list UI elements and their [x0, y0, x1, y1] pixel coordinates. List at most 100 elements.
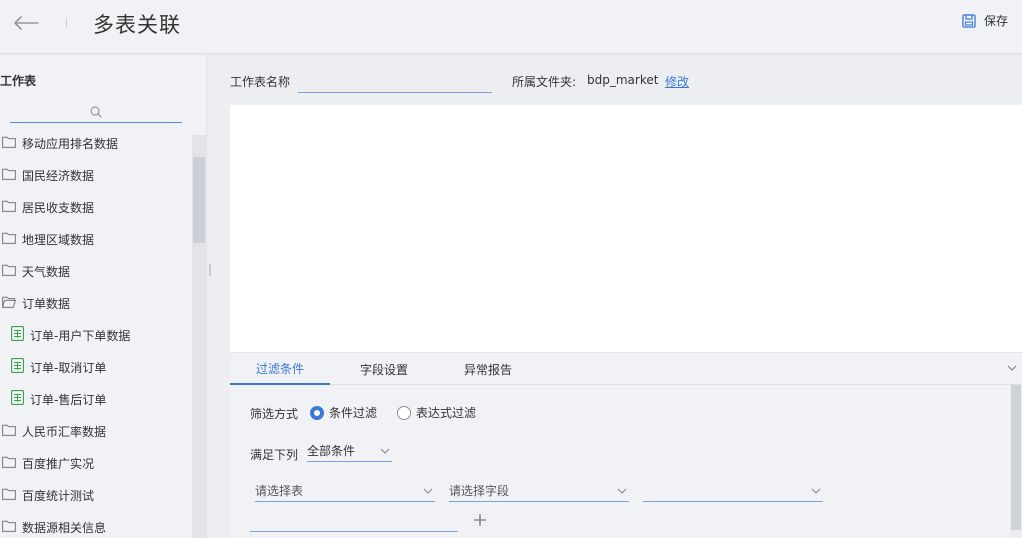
tree-item-label: 订单-取消订单	[30, 360, 107, 375]
folder-item[interactable]: 百度推广实况	[0, 447, 192, 479]
filter-mode-label: 筛选方式	[250, 407, 299, 421]
folder-edit-link[interactable]: 修改	[665, 73, 689, 90]
radio-dot	[397, 405, 411, 420]
folder-icon	[2, 456, 16, 468]
settings-panel: 过滤条件 字段设置 异常报告 筛选方式 条件过滤 表达式过滤 满足下列 全部条件…	[230, 352, 1022, 538]
folder-icon	[2, 168, 16, 183]
tab-filter[interactable]: 过滤条件	[230, 353, 330, 385]
spreadsheet-icon	[11, 326, 24, 341]
back-button[interactable]	[12, 10, 40, 36]
sheet-item[interactable]: 订单-用户下单数据	[0, 319, 192, 351]
tree-item-label: 百度推广实况	[22, 456, 95, 471]
sidebar: 工作表 移动应用排名数据 国民经济数据 居民收支数据 地理区域数据 天气数据订单数据订单…	[0, 55, 207, 538]
folder-icon	[2, 232, 16, 247]
folder-icon	[2, 232, 16, 244]
tree-item-label: 人民币汇率数据	[22, 424, 107, 439]
folder-icon	[2, 488, 16, 503]
table-select-placeholder: 请选择表	[255, 484, 304, 498]
top-header: 多表关联 保存	[0, 0, 1022, 54]
folder-icon	[2, 168, 16, 180]
spreadsheet-icon	[11, 390, 24, 405]
radio-label: 表达式过滤	[416, 406, 477, 420]
header-divider	[66, 18, 67, 28]
folder-icon	[2, 456, 16, 471]
folder-icon	[2, 200, 16, 212]
folder-item[interactable]: 百度统计测试	[0, 479, 192, 511]
tree-item-label: 百度统计测试	[22, 488, 95, 503]
match-label: 满足下列	[250, 448, 299, 462]
search-icon	[90, 105, 102, 118]
radio-label: 条件过滤	[329, 406, 378, 420]
panel-scrollbar-thumb[interactable]	[1011, 385, 1021, 530]
field-select[interactable]: 请选择字段	[449, 480, 629, 502]
tree-item-label: 订单数据	[22, 296, 71, 311]
main-area: 工作表名称 所属文件夹: bdp_market 修改 过滤条件 字段设置 异常报…	[208, 55, 1022, 538]
folder-item[interactable]: 数据源相关信息	[0, 511, 192, 538]
tree-item-label: 国民经济数据	[22, 168, 95, 183]
folder-item[interactable]: 居民收支数据	[0, 191, 192, 223]
folder-item[interactable]: 订单数据	[0, 287, 192, 319]
match-select[interactable]: 全部条件	[307, 440, 392, 462]
spreadsheet-icon	[11, 390, 24, 408]
radio-dot	[310, 405, 324, 420]
chevron-down-icon	[811, 488, 821, 494]
sheet-item[interactable]: 订单-取消订单	[0, 351, 192, 383]
folder-icon	[2, 264, 16, 276]
folder-icon	[2, 520, 16, 532]
tree-item-label: 居民收支数据	[22, 200, 95, 215]
chevron-down-icon	[1007, 365, 1017, 371]
sheet-tree: 移动应用排名数据 国民经济数据 居民收支数据 地理区域数据 天气数据订单数据订单-用户下…	[0, 127, 192, 538]
folder-item[interactable]: 人民币汇率数据	[0, 415, 192, 447]
sheet-name-input[interactable]	[298, 69, 492, 93]
radio-condition-filter[interactable]: 条件过滤	[310, 404, 377, 421]
folder-item[interactable]: 地理区域数据	[0, 223, 192, 255]
table-select[interactable]: 请选择表	[255, 480, 435, 502]
folder-icon	[2, 200, 16, 215]
folder-label: 所属文件夹:	[512, 75, 577, 89]
tree-item-label: 数据源相关信息	[22, 520, 107, 535]
radio-expression-filter[interactable]: 表达式过滤	[397, 404, 476, 421]
sheet-item[interactable]: 订单-售后订单	[0, 383, 192, 415]
folder-icon	[2, 488, 16, 500]
collapse-panel-button[interactable]	[1006, 362, 1018, 376]
folder-icon	[2, 136, 16, 151]
tree-item-label: 订单-售后订单	[30, 392, 107, 407]
chevron-down-icon	[423, 488, 433, 494]
tab-field-settings[interactable]: 字段设置	[334, 353, 434, 385]
sidebar-scrollbar-thumb[interactable]	[193, 157, 205, 243]
sidebar-title: 工作表	[0, 74, 37, 88]
tree-item-label: 移动应用排名数据	[22, 136, 119, 151]
folder-open-icon	[1, 296, 17, 311]
plus-icon	[474, 514, 486, 526]
match-select-value: 全部条件	[307, 444, 356, 458]
add-condition-button[interactable]	[473, 513, 487, 531]
chevron-down-icon	[380, 448, 390, 454]
folder-item[interactable]: 国民经济数据	[0, 159, 192, 191]
join-canvas[interactable]	[230, 105, 1022, 352]
save-icon	[962, 13, 976, 28]
spreadsheet-icon	[11, 358, 24, 376]
save-button[interactable]: 保存	[962, 12, 1008, 29]
sheet-name-label: 工作表名称	[230, 75, 291, 89]
arrow-left-icon	[14, 16, 39, 30]
folder-icon	[2, 136, 16, 148]
save-label: 保存	[983, 14, 1008, 28]
spreadsheet-icon	[11, 326, 24, 344]
tab-error-report[interactable]: 异常报告	[438, 353, 538, 385]
chevron-down-icon	[617, 488, 627, 494]
folder-open-icon	[1, 296, 17, 308]
field-select-placeholder: 请选择字段	[449, 484, 510, 498]
tree-item-label: 天气数据	[22, 264, 71, 279]
tree-item-label: 地理区域数据	[22, 232, 95, 247]
folder-icon	[2, 520, 16, 535]
page-title: 多表关联	[93, 13, 181, 37]
folder-item[interactable]: 移动应用排名数据	[0, 127, 192, 159]
folder-item[interactable]: 天气数据	[0, 255, 192, 287]
operator-select[interactable]	[643, 480, 823, 502]
folder-icon	[2, 264, 16, 279]
folder-icon	[2, 424, 16, 436]
panel-tabs: 过滤条件 字段设置 异常报告	[230, 353, 1022, 385]
filter-value-input[interactable]	[250, 510, 458, 532]
spreadsheet-icon	[11, 358, 24, 373]
sidebar-search-input[interactable]	[10, 101, 182, 123]
